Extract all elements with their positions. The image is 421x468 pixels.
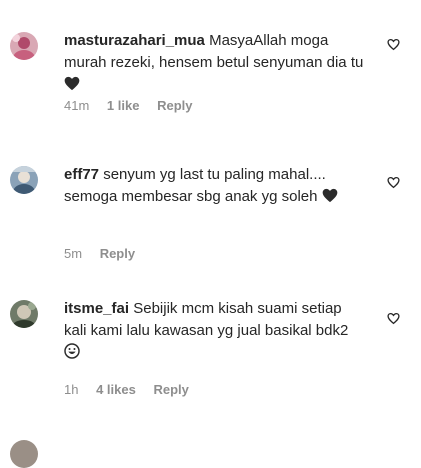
grinning-face-icon (64, 343, 80, 359)
heart-outline-icon[interactable] (387, 176, 400, 189)
comment-time: 41m (64, 98, 90, 113)
comment-text: masturazahari_mua MasyaAllah moga murah … (64, 30, 364, 96)
comment-item: itsme_fai Sebijik mcm kisah suami setiap… (0, 284, 421, 404)
black-heart-icon (64, 76, 80, 91)
avatar[interactable] (10, 32, 38, 60)
black-heart-icon (322, 188, 337, 203)
comment-body: senyum yg last tu paling mahal.... semog… (64, 166, 326, 205)
avatar[interactable] (10, 300, 38, 328)
comment-time: 5m (64, 246, 83, 261)
comment-time: 1h (64, 382, 79, 397)
reply-button[interactable]: Reply (157, 98, 192, 113)
reply-button[interactable]: Reply (100, 246, 135, 261)
avatar[interactable] (10, 440, 38, 468)
heart-outline-icon[interactable] (387, 312, 400, 325)
comment-likes[interactable]: 1 like (107, 98, 140, 113)
comment-likes[interactable]: 4 likes (96, 382, 136, 397)
comment-meta: 5m Reply (64, 246, 149, 261)
comment-item: eff77 senyum yg last tu paling mahal....… (0, 150, 421, 270)
comment-meta: 1h 4 likes Reply (64, 382, 203, 397)
comment-text: itsme_fai Sebijik mcm kisah suami setiap… (64, 298, 364, 364)
comment-username[interactable]: eff77 (64, 166, 99, 183)
comment-text: eff77 senyum yg last tu paling mahal....… (64, 164, 364, 208)
comment-meta: 41m 1 like Reply (64, 98, 206, 113)
comment-username[interactable]: masturazahari_mua (64, 32, 205, 49)
reply-button[interactable]: Reply (153, 382, 188, 397)
avatar[interactable] (10, 166, 38, 194)
comment-username[interactable]: itsme_fai (64, 300, 129, 317)
heart-outline-icon[interactable] (387, 38, 400, 51)
comment-item: masturazahari_mua MasyaAllah moga murah … (0, 0, 421, 120)
